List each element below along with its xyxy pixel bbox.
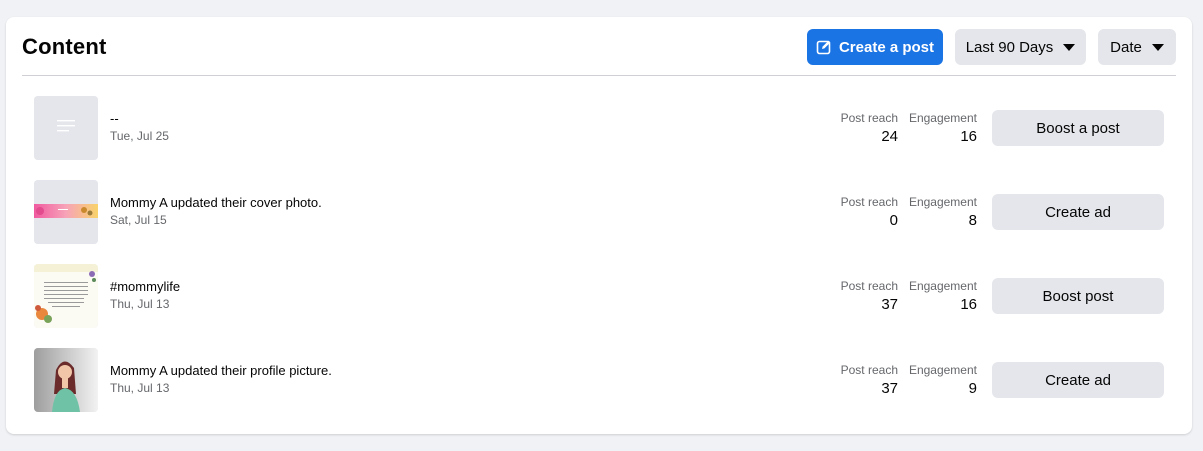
post-reach-metric: Post reach 37 — [841, 279, 898, 313]
date-range-dropdown[interactable]: Last 90 Days — [955, 29, 1086, 65]
post-date: Tue, Jul 25 — [110, 129, 169, 143]
create-post-button[interactable]: Create a post — [807, 29, 943, 65]
post-reach-label: Post reach — [840, 279, 898, 293]
post-row[interactable]: Mommy A updated their cover photo. Sat, … — [34, 179, 1174, 263]
post-reach-value: 24 — [881, 128, 898, 145]
post-list: -- Tue, Jul 25 Post reach 24 Engagement … — [34, 95, 1174, 431]
cover-photo-thumbnail — [34, 180, 98, 244]
engagement-metric: Engagement 9 — [909, 363, 977, 397]
engagement-value: 8 — [968, 212, 977, 229]
post-date: Sat, Jul 15 — [110, 213, 167, 227]
content-header: Content Create a post Last 90 Days Date — [22, 17, 1176, 76]
post-reach-value: 37 — [881, 296, 898, 313]
post-reach-metric: Post reach 24 — [841, 111, 898, 145]
post-reach-metric: Post reach 37 — [841, 363, 898, 397]
create-ad-button[interactable]: Create ad — [992, 194, 1164, 230]
sort-dropdown[interactable]: Date — [1098, 29, 1176, 65]
engagement-value: 16 — [960, 128, 977, 145]
caret-down-icon — [1151, 43, 1164, 51]
post-title: -- — [110, 111, 119, 126]
boost-post-button[interactable]: Boost post — [992, 278, 1164, 314]
engagement-value: 16 — [960, 296, 977, 313]
engagement-label: Engagement — [908, 363, 977, 377]
post-title: Mommy A updated their profile picture. — [110, 363, 332, 378]
boost-a-post-button[interactable]: Boost a post — [992, 110, 1164, 146]
content-card: Content Create a post Last 90 Days Date — [6, 17, 1192, 434]
post-date: Thu, Jul 13 — [110, 297, 170, 311]
page-title: Content — [22, 34, 107, 59]
post-title: #mommylife — [110, 279, 181, 294]
post-reach-value: 37 — [881, 380, 898, 397]
create-post-label: Create a post — [838, 38, 935, 56]
engagement-label: Engagement — [908, 111, 977, 125]
create-ad-button[interactable]: Create ad — [992, 362, 1164, 398]
post-reach-label: Post reach — [840, 363, 898, 377]
engagement-label: Engagement — [908, 279, 977, 293]
sort-label: Date — [1110, 38, 1142, 56]
engagement-metric: Engagement 16 — [909, 279, 977, 313]
caret-down-icon — [1063, 43, 1076, 51]
engagement-metric: Engagement 16 — [909, 111, 977, 145]
post-image-thumbnail — [34, 264, 98, 328]
profile-picture-thumbnail — [34, 348, 98, 412]
engagement-value: 9 — [968, 380, 977, 397]
post-title: Mommy A updated their cover photo. — [110, 195, 322, 210]
post-reach-label: Post reach — [840, 195, 898, 209]
post-reach-value: 0 — [889, 212, 898, 229]
engagement-label: Engagement — [908, 195, 977, 209]
date-range-label: Last 90 Days — [965, 38, 1054, 56]
edit-icon — [816, 39, 832, 55]
text-placeholder-icon — [34, 96, 98, 160]
post-reach-metric: Post reach 0 — [841, 195, 898, 229]
post-row[interactable]: -- Tue, Jul 25 Post reach 24 Engagement … — [34, 95, 1174, 179]
engagement-metric: Engagement 8 — [909, 195, 977, 229]
post-row[interactable]: Mommy A updated their profile picture. T… — [34, 347, 1174, 431]
post-date: Thu, Jul 13 — [110, 381, 170, 395]
post-reach-label: Post reach — [840, 111, 898, 125]
post-row[interactable]: #mommylife Thu, Jul 13 Post reach 37 Eng… — [34, 263, 1174, 347]
